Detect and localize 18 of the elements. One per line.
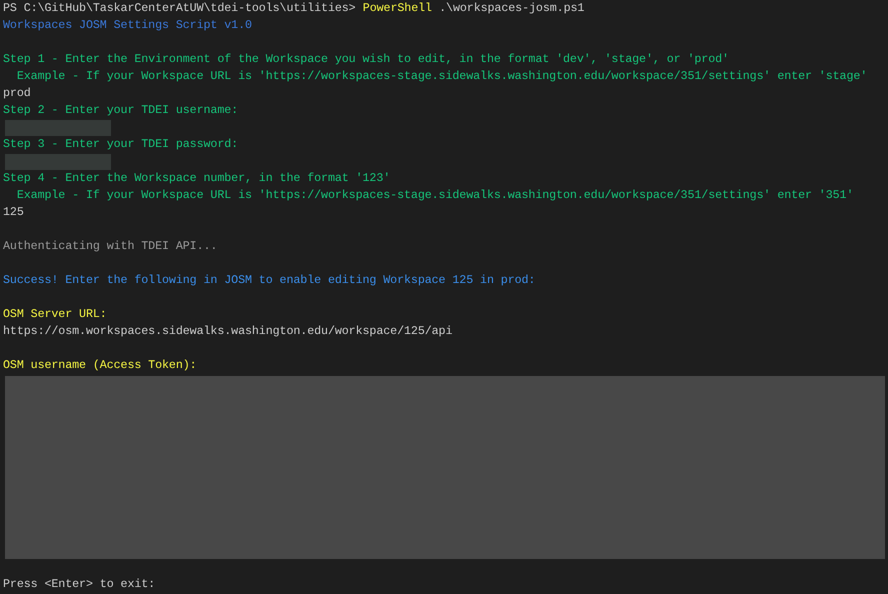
command-text: PowerShell: [362, 0, 432, 17]
terminal-line: Step 2 - Enter your TDEI username:: [3, 102, 238, 119]
terminal-line: Step 4 - Enter the Workspace number, in the format '123': [3, 170, 390, 187]
terminal-line: Example - If your Workspace URL is 'https://workspaces-stage.sidewalks.washington.edu/workspace/351/settings' enter '351': [16, 187, 854, 204]
terminal-line: Step 3 - Enter your TDEI password:: [3, 136, 238, 153]
terminal-line: https://osm.workspaces.sidewalks.washington.edu/workspace/125/api: [3, 323, 452, 340]
terminal-line: OSM username (Access Token):: [3, 357, 197, 374]
terminal-line: Authenticating with TDEI API...: [3, 238, 218, 255]
terminal-line: prod: [3, 85, 31, 102]
terminal-line: Success! Enter the following in JOSM to enable editing Workspace 125 in prod:: [3, 272, 536, 289]
terminal-line: Workspaces JOSM Settings Script v1.0: [3, 17, 252, 34]
terminal-line: Step 1 - Enter the Environment of the Workspace you wish to edit, in the format 'dev', 'stage', or 'prod': [3, 51, 729, 68]
command-argument: .\workspaces-josm.ps1: [439, 0, 584, 17]
terminal-line: Example - If your Workspace URL is 'https://workspaces-stage.sidewalks.washington.edu/workspace/351/settings' enter 'stage': [16, 68, 868, 85]
terminal-line: 125: [3, 204, 24, 221]
terminal-line: Press <Enter> to exit:: [3, 576, 156, 593]
prompt-path: PS C:\GitHub\TaskarCenterAtUW\tdei-tools\utilities>: [3, 0, 356, 17]
terminal-line: OSM Server URL:: [3, 306, 107, 323]
